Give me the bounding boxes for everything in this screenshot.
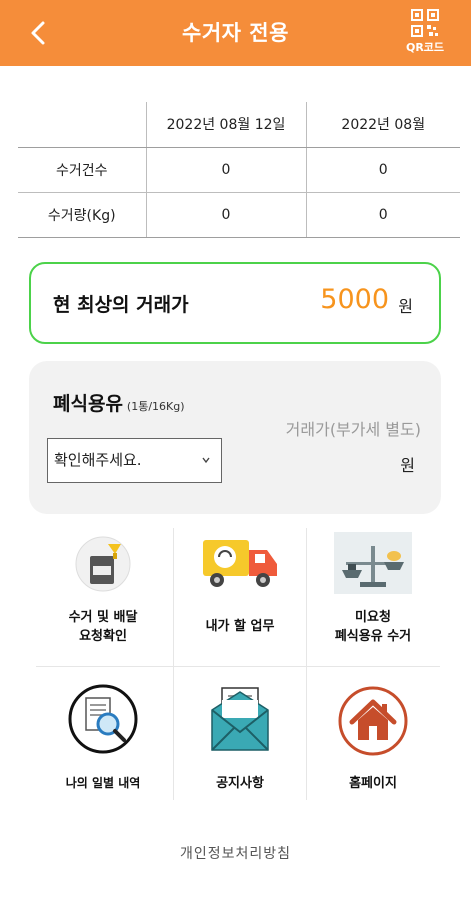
count-month-value: 0	[305, 147, 460, 193]
privacy-policy-link[interactable]: 개인정보처리방침	[0, 843, 471, 863]
trade-price-label: 거래가(부가세 별도)	[285, 420, 421, 439]
qr-code-button[interactable]: QR코드	[396, 8, 454, 60]
table-header-month: 2022년 08월	[305, 102, 460, 148]
collection-stats-table: 2022년 08월 12일 2022년 08월 수거건수 0 0 수거량(Kg)…	[18, 102, 460, 238]
table-row: 수거량(Kg) 0 0	[18, 192, 460, 238]
menu-item-notice[interactable]: 공지사항	[173, 666, 307, 802]
envelope-icon	[211, 687, 269, 751]
best-price-unit: 원	[398, 297, 413, 316]
select-value: 확인해주세요.	[54, 451, 142, 469]
weight-month-value: 0	[305, 192, 460, 238]
app-header: 수거자 전용 QR코드	[0, 0, 471, 66]
document-search-icon	[68, 684, 138, 754]
waste-oil-title: 폐식용유 (1통/16Kg)	[53, 389, 185, 416]
waste-oil-subtitle: (1통/16Kg)	[126, 400, 185, 413]
menu-item-request-check[interactable]: 수거 및 배달 요청확인	[36, 528, 170, 664]
delivery-truck-icon	[203, 540, 277, 587]
waste-oil-card: 폐식용유 (1통/16Kg) 확인해주세요. 거래가(부가세 별도) 원	[29, 361, 441, 514]
qr-code-label: QR코드	[405, 41, 445, 54]
menu-item-homepage[interactable]: 홈페이지	[306, 666, 440, 802]
row-label-weight: 수거량(Kg)	[18, 192, 146, 238]
scale-icon	[334, 532, 412, 594]
menu-label-notice: 공지사항	[216, 776, 264, 791]
menu-label-unrequested-pickup: 미요청 폐식용유 수거	[334, 610, 412, 644]
chevron-down-icon	[201, 439, 211, 500]
table-row: 수거건수 0 0	[18, 147, 460, 193]
best-price-value: 5000	[320, 284, 389, 315]
menu-grid: 수거 및 배달 요청확인 내가 할 업무 미요청 폐식용유 수거 나의 일별 내…	[36, 528, 440, 800]
menu-item-unrequested-pickup[interactable]: 미요청 폐식용유 수거	[306, 528, 440, 664]
menu-label-homepage: 홈페이지	[349, 776, 397, 791]
menu-item-daily-history[interactable]: 나의 일별 내역	[36, 666, 170, 802]
best-price-card: 현 최상의 거래가 5000 원	[29, 262, 441, 344]
menu-label-request-check: 수거 및 배달 요청확인	[68, 610, 138, 644]
qr-code-icon	[411, 9, 439, 37]
waste-oil-title-text: 폐식용유	[53, 393, 123, 415]
waste-oil-select[interactable]: 확인해주세요.	[47, 438, 222, 483]
menu-label-my-tasks: 내가 할 업무	[205, 619, 275, 634]
menu-label-daily-history: 나의 일별 내역	[65, 776, 141, 790]
table-header-day: 2022년 08월 12일	[145, 102, 306, 148]
table-header-blank	[18, 102, 146, 148]
best-price-label: 현 최상의 거래가	[53, 294, 189, 316]
home-icon	[338, 686, 408, 756]
table-header-row: 2022년 08월 12일 2022년 08월	[18, 102, 460, 148]
count-day-value: 0	[145, 147, 306, 193]
row-label-count: 수거건수	[18, 147, 146, 193]
weight-day-value: 0	[145, 192, 306, 238]
trade-price-unit: 원	[400, 456, 415, 475]
oil-container-icon	[75, 536, 131, 592]
menu-item-my-tasks[interactable]: 내가 할 업무	[173, 528, 307, 664]
